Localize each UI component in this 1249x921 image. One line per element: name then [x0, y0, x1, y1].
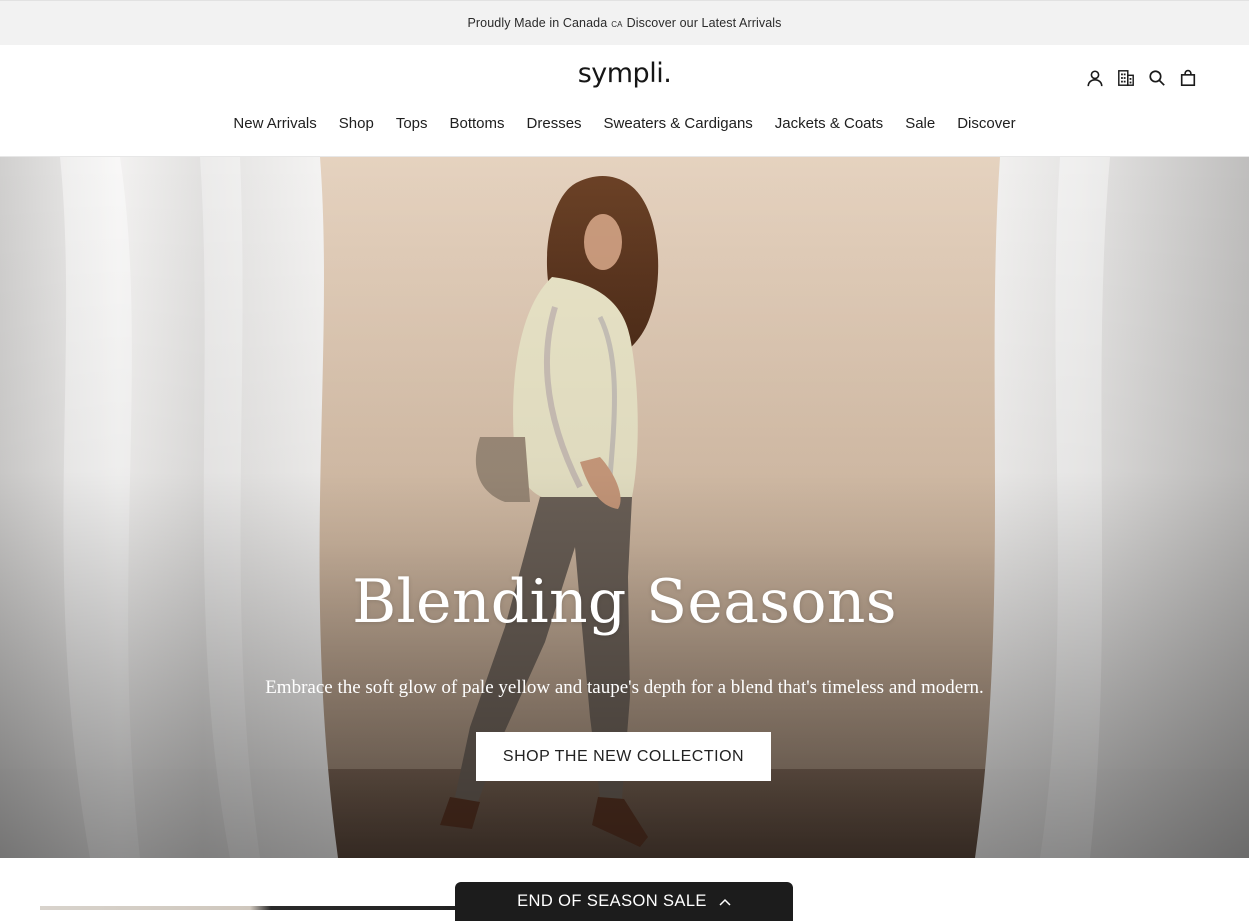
- nav-item-bottoms[interactable]: Bottoms: [439, 115, 516, 132]
- header-icons: [1085, 68, 1197, 87]
- nav-item-new-arrivals[interactable]: New Arrivals: [222, 115, 327, 132]
- store-locator-icon[interactable]: [1116, 68, 1135, 87]
- announcement-text: Proudly Made in Canada: [467, 16, 608, 30]
- country-code: CA: [611, 19, 623, 29]
- hero-subtitle: Embrace the soft glow of pale yellow and…: [265, 677, 984, 698]
- nav-item-sale[interactable]: Sale: [894, 115, 946, 132]
- nav-item-sweaters-cardigans[interactable]: Sweaters & Cardigans: [593, 115, 764, 132]
- nav-item-tops[interactable]: Tops: [385, 115, 439, 132]
- hero-banner[interactable]: Blending Seasons Embrace the soft glow o…: [0, 157, 1249, 858]
- site-header: sympli. New Arrivals Shop Tops Bottoms D…: [0, 45, 1249, 157]
- season-sale-bar[interactable]: END OF SEASON SALE: [455, 882, 793, 921]
- nav-item-jackets-coats[interactable]: Jackets & Coats: [764, 115, 894, 132]
- nav-item-dresses[interactable]: Dresses: [516, 115, 593, 132]
- cart-icon[interactable]: [1178, 68, 1197, 87]
- search-icon[interactable]: [1147, 68, 1166, 87]
- sale-bar-label: END OF SEASON SALE: [517, 892, 707, 910]
- site-logo[interactable]: sympli.: [0, 58, 1249, 89]
- next-section-preview: [40, 906, 460, 910]
- announcement-link[interactable]: Discover our Latest Arrivals: [627, 16, 782, 30]
- nav-item-discover[interactable]: Discover: [946, 115, 1026, 132]
- hero-title: Blending Seasons: [352, 567, 897, 637]
- account-icon[interactable]: [1085, 68, 1104, 87]
- chevron-up-icon: [719, 898, 731, 906]
- main-nav: New Arrivals Shop Tops Bottoms Dresses S…: [0, 115, 1249, 132]
- announcement-bar: Proudly Made in Canada CA Discover our L…: [0, 0, 1249, 45]
- shop-new-collection-button[interactable]: SHOP THE NEW COLLECTION: [476, 732, 771, 781]
- nav-item-shop[interactable]: Shop: [328, 115, 385, 132]
